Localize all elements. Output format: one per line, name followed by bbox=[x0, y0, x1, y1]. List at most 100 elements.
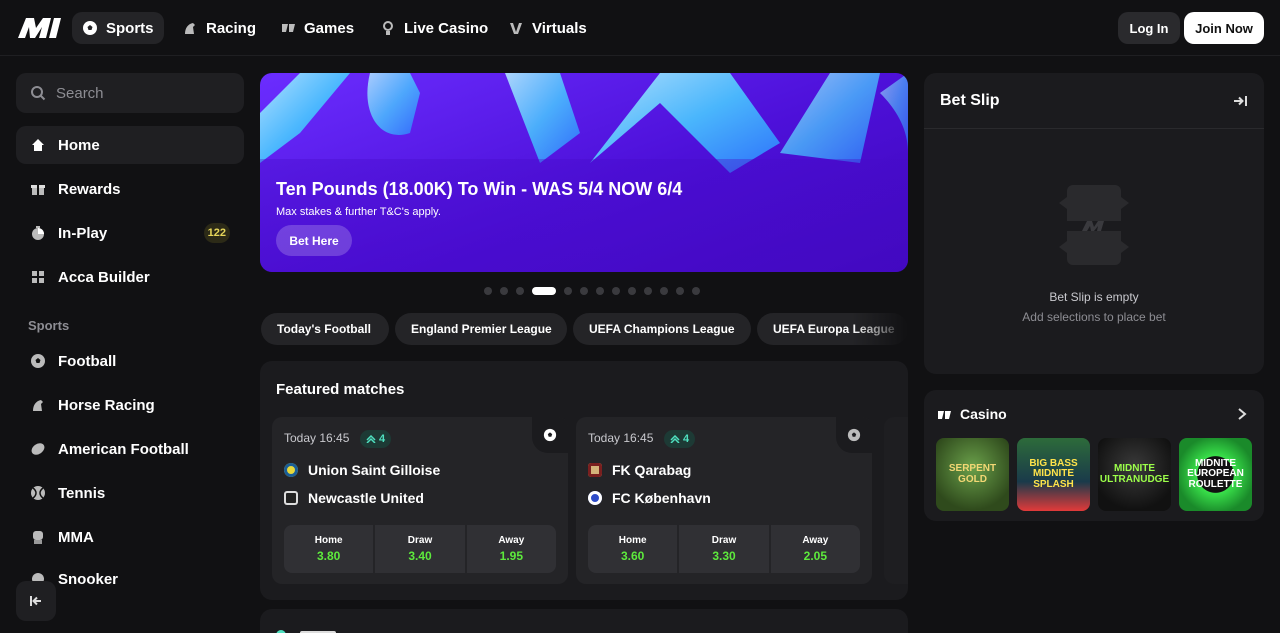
top-nav-bar: Sports Racing Games Live Casino Virtuals… bbox=[0, 0, 1280, 56]
chevron-right-icon[interactable] bbox=[1236, 407, 1248, 421]
next-match-card-peek[interactable] bbox=[884, 417, 908, 584]
soccer-ball-icon bbox=[847, 428, 861, 442]
markets-count-badge: 4 bbox=[360, 430, 392, 448]
sidebar-item-horse-racing[interactable]: Horse Racing bbox=[16, 386, 244, 424]
carousel-dot[interactable] bbox=[500, 287, 508, 295]
nav-tab-games[interactable]: Games bbox=[270, 12, 364, 44]
sidebar-item-label: Snooker bbox=[58, 571, 119, 584]
bet-here-button[interactable]: Bet Here bbox=[276, 225, 352, 256]
sidebar-item-label: Horse Racing bbox=[58, 396, 155, 414]
casino-game-tile[interactable]: SERPENT GOLD bbox=[936, 438, 1009, 511]
grid-icon bbox=[32, 271, 44, 283]
markets-count-badge: 4 bbox=[664, 430, 696, 448]
dice-icon bbox=[938, 411, 951, 419]
collapse-right-icon[interactable] bbox=[1232, 93, 1248, 109]
home-icon bbox=[32, 139, 44, 151]
carousel-dot[interactable] bbox=[612, 287, 620, 295]
carousel-dot[interactable] bbox=[660, 287, 668, 295]
home-team: Union Saint Gilloise bbox=[284, 462, 440, 478]
featured-matches-panel: Featured matches Today 16:45 4 Union Sai… bbox=[260, 361, 908, 600]
sidebar-item-snooker[interactable]: Snooker bbox=[16, 562, 244, 584]
carousel-dot[interactable] bbox=[484, 287, 492, 295]
promo-banner[interactable]: Ten Pounds (18.00K) To Win - WAS 5/4 NOW… bbox=[260, 73, 908, 272]
carousel-dot[interactable] bbox=[580, 287, 588, 295]
sidebar-item-rewards[interactable]: Rewards bbox=[16, 170, 244, 208]
search-input[interactable]: Search bbox=[16, 73, 244, 113]
casino-title[interactable]: Casino bbox=[960, 406, 1007, 422]
join-now-button[interactable]: Join Now bbox=[1184, 12, 1264, 44]
carousel-dot[interactable] bbox=[644, 287, 652, 295]
odds-away-button[interactable]: Away 1.95 bbox=[466, 525, 556, 573]
odds-home-button[interactable]: Home 3.60 bbox=[588, 525, 678, 573]
carousel-dot[interactable] bbox=[564, 287, 572, 295]
sports-heading: Sports bbox=[28, 318, 70, 333]
sidebar-item-home[interactable]: Home bbox=[16, 126, 244, 164]
search-icon bbox=[31, 86, 46, 101]
carousel-dot[interactable] bbox=[676, 287, 684, 295]
midnite-logo[interactable] bbox=[16, 16, 62, 40]
odds-away-button[interactable]: Away 2.05 bbox=[770, 525, 860, 573]
away-team-name: FC København bbox=[612, 490, 711, 506]
american-football-icon bbox=[31, 443, 45, 455]
sidebar-item-acca-builder[interactable]: Acca Builder bbox=[16, 258, 244, 296]
nav-tab-racing[interactable]: Racing bbox=[172, 12, 266, 44]
odds-label: Home bbox=[618, 535, 647, 546]
tennis-ball-icon bbox=[31, 486, 45, 500]
sidebar-item-label: Acca Builder bbox=[58, 268, 150, 286]
bet-slip-empty-hint: Add selections to place bet bbox=[1022, 310, 1166, 324]
collapse-left-icon bbox=[30, 596, 41, 606]
match-card[interactable]: Today 16:45 4 Union Saint Gilloise Newca… bbox=[272, 417, 568, 584]
nav-tab-label: Virtuals bbox=[532, 19, 587, 37]
chip-uefa-champions-league[interactable]: UEFA Champions League bbox=[573, 313, 751, 345]
bet-slip-header: Bet Slip bbox=[924, 73, 1264, 129]
carousel-dot[interactable] bbox=[596, 287, 604, 295]
chips-fade bbox=[852, 313, 908, 345]
carousel-dot[interactable] bbox=[692, 287, 700, 295]
odds-label: Draw bbox=[407, 535, 433, 546]
login-button[interactable]: Log In bbox=[1118, 12, 1180, 44]
casino-game-tile[interactable]: MIDNITE ULTRANUDGE bbox=[1098, 438, 1171, 511]
carousel-dots bbox=[484, 287, 700, 295]
odds-home-button[interactable]: Home 3.80 bbox=[284, 525, 374, 573]
odds-value: 3.80 bbox=[316, 549, 341, 563]
chip-england-premier-league[interactable]: England Premier League bbox=[395, 313, 567, 345]
collapse-sidebar-button[interactable] bbox=[16, 581, 56, 621]
next-section-panel bbox=[260, 609, 908, 633]
markets-count: 4 bbox=[683, 433, 690, 445]
sidebar-item-label: Tennis bbox=[58, 484, 106, 502]
sidebar-item-label: In-Play bbox=[58, 224, 108, 242]
away-team-name: Newcastle United bbox=[308, 490, 424, 506]
sidebar-item-american-football[interactable]: American Football bbox=[16, 430, 244, 468]
chip-todays-football[interactable]: Today's Football bbox=[261, 313, 389, 345]
chevron-up-icon bbox=[670, 435, 680, 443]
casino-game-tile[interactable]: BIG BASS MIDNITE SPLASH bbox=[1017, 438, 1090, 511]
horse-icon bbox=[185, 23, 195, 34]
odds-draw-button[interactable]: Draw 3.40 bbox=[375, 525, 465, 573]
banner-terms: Max stakes & further T&C's apply. bbox=[276, 206, 441, 218]
section-icon bbox=[276, 630, 336, 633]
featured-title: Featured matches bbox=[276, 381, 405, 398]
gift-icon bbox=[31, 185, 45, 195]
nav-tab-virtuals[interactable]: Virtuals bbox=[498, 12, 597, 44]
nav-tab-sports[interactable]: Sports bbox=[72, 12, 164, 44]
sidebar-item-in-play[interactable]: In-Play 122 bbox=[16, 214, 244, 252]
sidebar-item-tennis[interactable]: Tennis bbox=[16, 474, 244, 512]
odds-draw-button[interactable]: Draw 3.30 bbox=[679, 525, 769, 573]
carousel-dot[interactable] bbox=[516, 287, 524, 295]
match-time: Today 16:45 bbox=[588, 431, 654, 445]
sidebar-item-football[interactable]: Football bbox=[16, 342, 244, 380]
match-time: Today 16:45 bbox=[284, 431, 350, 445]
carousel-dot[interactable] bbox=[628, 287, 636, 295]
nav-tab-label: Live Casino bbox=[404, 19, 489, 37]
sidebar-item-label: MMA bbox=[58, 528, 94, 546]
home-team: FK Qarabag bbox=[588, 462, 691, 478]
banner-title: Ten Pounds (18.00K) To Win - WAS 5/4 NOW… bbox=[276, 179, 683, 199]
nav-tab-live-casino[interactable]: Live Casino bbox=[370, 12, 498, 44]
carousel-dot-active[interactable] bbox=[532, 287, 556, 295]
odds-value: 1.95 bbox=[499, 549, 523, 563]
in-play-count-badge: 122 bbox=[203, 223, 230, 243]
sidebar-item-mma[interactable]: MMA bbox=[16, 518, 244, 556]
soccer-ball-icon bbox=[83, 21, 97, 35]
casino-game-tile[interactable]: MIDNITE EUROPEAN ROULETTE bbox=[1179, 438, 1252, 511]
match-card[interactable]: Today 16:45 4 FK Qarabag FC København Ho… bbox=[576, 417, 872, 584]
